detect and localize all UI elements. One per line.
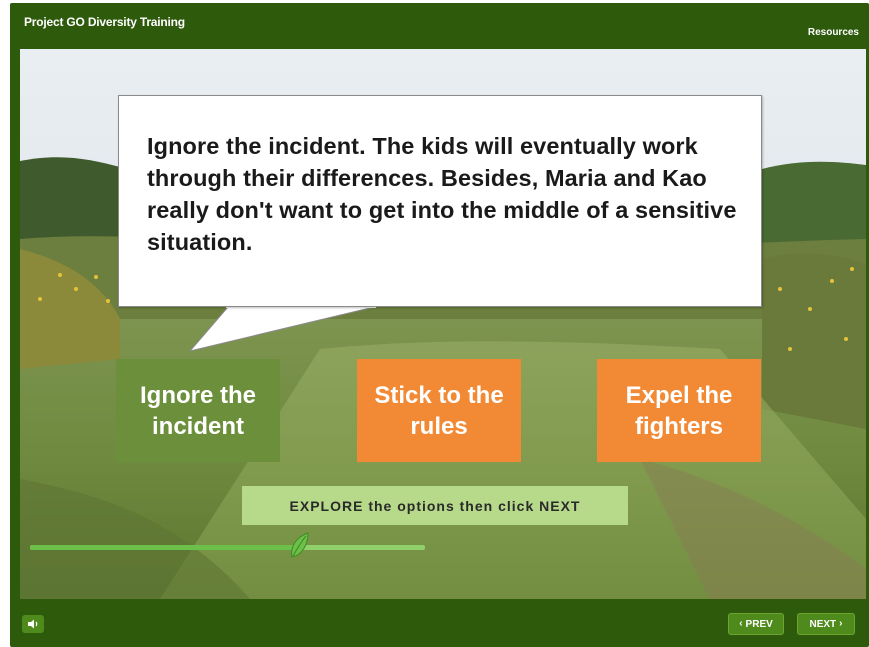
prev-label: PREV — [745, 618, 773, 630]
option-expel-fighters[interactable]: Expel the fighters — [597, 359, 761, 462]
speech-bubble-tail — [188, 305, 376, 352]
chevron-right-icon: › — [839, 618, 843, 629]
resources-link[interactable]: Resources — [808, 27, 859, 38]
progress-fill — [30, 545, 299, 550]
next-button[interactable]: NEXT › — [797, 613, 855, 635]
option-ignore-incident[interactable]: Ignore the incident — [116, 359, 280, 462]
option-stick-to-rules[interactable]: Stick to the rules — [357, 359, 521, 462]
speaker-icon — [28, 619, 38, 629]
audio-button[interactable] — [22, 615, 44, 633]
app-title: Project GO Diversity Training — [24, 15, 185, 29]
leaf-icon[interactable] — [288, 531, 310, 559]
slide-stage: Ignore the incident. The kids will event… — [20, 49, 866, 599]
progress-track[interactable] — [30, 545, 425, 550]
next-label: NEXT — [809, 618, 837, 630]
speech-text: Ignore the incident. The kids will event… — [147, 133, 737, 255]
chevron-left-icon: ‹ — [739, 618, 743, 629]
prev-button[interactable]: ‹ PREV — [728, 613, 784, 635]
header-bar: Project GO Diversity Training Resources — [10, 3, 869, 49]
speech-bubble: Ignore the incident. The kids will event… — [118, 95, 762, 307]
instruction-banner: EXPLORE the options then click NEXT — [242, 486, 628, 525]
footer-bar: ‹ PREV NEXT › — [10, 599, 869, 647]
